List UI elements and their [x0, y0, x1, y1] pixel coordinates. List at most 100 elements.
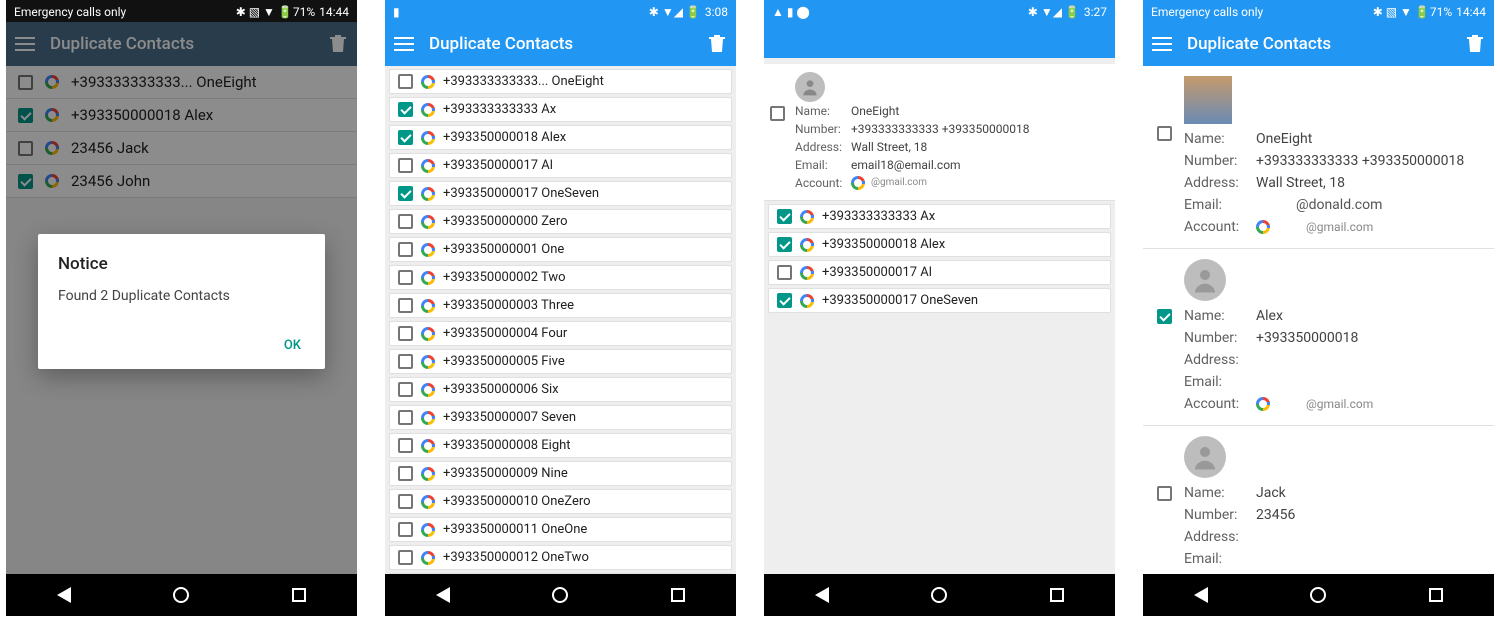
select-checkbox[interactable] — [398, 354, 413, 369]
nav-recent-icon[interactable] — [292, 588, 306, 602]
google-icon — [800, 238, 814, 252]
label-address: Address: — [1184, 526, 1256, 548]
menu-icon[interactable] — [393, 33, 415, 55]
contact-row[interactable]: +393350000010 OneZero — [389, 489, 732, 514]
contact-row[interactable]: +393350000018 Alex — [768, 232, 1111, 257]
select-checkbox[interactable] — [398, 186, 413, 201]
select-checkbox[interactable] — [398, 410, 413, 425]
dialog-ok-button[interactable]: OK — [280, 332, 305, 359]
contact-label: +393350000017 Al — [822, 265, 932, 280]
nav-home-icon[interactable] — [552, 587, 568, 603]
nav-back-icon[interactable] — [815, 587, 829, 603]
contacts-list[interactable]: +393333333333... OneEight +393333333333 A… — [385, 66, 736, 574]
select-checkbox[interactable] — [398, 382, 413, 397]
nav-bar — [764, 574, 1115, 616]
select-checkbox[interactable] — [777, 293, 792, 308]
contact-label: +393350000002 Two — [443, 270, 566, 285]
select-checkbox[interactable] — [770, 106, 785, 121]
contact-row[interactable]: +393350000009 Nine — [389, 461, 732, 486]
detail-list[interactable]: Name:OneEightNumber:+393333333333 +39335… — [1143, 66, 1494, 574]
select-checkbox[interactable] — [398, 242, 413, 257]
select-checkbox[interactable] — [398, 550, 413, 565]
google-icon — [1256, 220, 1270, 234]
contact-row[interactable]: +393350000012 OneTwo — [389, 545, 732, 570]
contact-row[interactable]: +393350000011 OneOne — [389, 517, 732, 542]
status-left: ▲ ▮ ⬤ — [772, 5, 810, 19]
select-checkbox[interactable] — [398, 522, 413, 537]
nav-back-icon[interactable] — [57, 587, 71, 603]
contact-row[interactable]: +393350000000 Zero — [389, 209, 732, 234]
select-checkbox[interactable] — [777, 209, 792, 224]
contact-row[interactable]: +393350000017 OneSeven — [389, 181, 732, 206]
contact-row[interactable]: +393350000018 Alex — [389, 125, 732, 150]
nav-recent-icon[interactable] — [671, 588, 685, 602]
contact-row[interactable]: +393350000017 OneSeven — [768, 288, 1111, 313]
contact-label: +393350000010 OneZero — [443, 494, 591, 509]
select-checkbox[interactable] — [398, 74, 413, 89]
nav-home-icon[interactable] — [173, 587, 189, 603]
select-checkbox[interactable] — [398, 158, 413, 173]
nav-bar — [385, 574, 736, 616]
select-checkbox[interactable] — [1157, 486, 1172, 501]
select-checkbox[interactable] — [398, 298, 413, 313]
select-checkbox[interactable] — [398, 130, 413, 145]
select-checkbox[interactable] — [398, 270, 413, 285]
contact-row[interactable]: +393350000003 Three — [389, 293, 732, 318]
contact-row[interactable]: +393350000017 Al — [768, 260, 1111, 285]
nav-recent-icon[interactable] — [1429, 588, 1443, 602]
select-checkbox[interactable] — [398, 326, 413, 341]
status-right: ✱ ▼◢ 🔋 3:27 — [1028, 5, 1107, 19]
label-number: Number: — [1184, 327, 1256, 349]
select-checkbox[interactable] — [777, 237, 792, 252]
nav-home-icon[interactable] — [1310, 587, 1326, 603]
contact-row[interactable]: +393350000004 Four — [389, 321, 732, 346]
avatar-icon — [1184, 259, 1226, 301]
status-left: Emergency calls only — [1151, 5, 1263, 19]
contact-row[interactable]: +393333333333 Ax — [389, 97, 732, 122]
select-checkbox[interactable] — [1157, 309, 1172, 324]
status-left: Emergency calls only — [14, 5, 126, 19]
contact-row[interactable]: +393350000005 Five — [389, 349, 732, 374]
contact-row[interactable]: +393350000001 One — [389, 237, 732, 262]
select-checkbox[interactable] — [398, 214, 413, 229]
google-icon — [421, 103, 435, 117]
google-icon — [421, 495, 435, 509]
select-checkbox[interactable] — [398, 438, 413, 453]
detail-list[interactable]: Name:OneEight Number:+393333333333 +3933… — [764, 58, 1115, 574]
google-icon — [421, 187, 435, 201]
google-icon — [421, 159, 435, 173]
status-bar: Emergency calls only ✱ ▧ ▼ 🔋71% 14:44 — [6, 0, 357, 22]
select-checkbox[interactable] — [398, 466, 413, 481]
menu-icon[interactable] — [1151, 33, 1173, 55]
delete-icon[interactable] — [1464, 33, 1486, 55]
nav-home-icon[interactable] — [931, 587, 947, 603]
contact-row[interactable]: +393350000008 Eight — [389, 433, 732, 458]
google-icon — [421, 439, 435, 453]
contact-row[interactable]: +393350000002 Two — [389, 265, 732, 290]
nav-back-icon[interactable] — [436, 587, 450, 603]
contact-row[interactable]: +393350000017 Al — [389, 153, 732, 178]
select-checkbox[interactable] — [1157, 126, 1172, 141]
google-icon — [421, 467, 435, 481]
contact-label: +393350000017 OneSeven — [443, 186, 599, 201]
app-bar: Duplicate Contacts — [1143, 22, 1494, 66]
avatar-icon — [1184, 436, 1226, 478]
label-account: Account: — [795, 174, 851, 192]
contact-row[interactable]: +393350000007 Seven — [389, 405, 732, 430]
avatar-icon — [795, 72, 825, 102]
contact-row[interactable]: +393333333333... OneEight — [389, 69, 732, 94]
select-checkbox[interactable] — [398, 494, 413, 509]
nav-recent-icon[interactable] — [1050, 588, 1064, 602]
status-right: ✱ ▧ ▼ 🔋71% 14:44 — [1373, 5, 1486, 19]
label-email: Email: — [1184, 548, 1256, 570]
contact-row[interactable]: +393333333333 Ax — [768, 204, 1111, 229]
label-account: Account: — [1184, 393, 1256, 415]
select-checkbox[interactable] — [777, 265, 792, 280]
select-checkbox[interactable] — [398, 102, 413, 117]
delete-icon[interactable] — [706, 33, 728, 55]
nav-back-icon[interactable] — [1194, 587, 1208, 603]
contact-row[interactable]: +393350000006 Six — [389, 377, 732, 402]
google-icon — [421, 411, 435, 425]
google-icon — [800, 266, 814, 280]
value-number: +393333333333 +393350000018 — [1256, 150, 1464, 172]
